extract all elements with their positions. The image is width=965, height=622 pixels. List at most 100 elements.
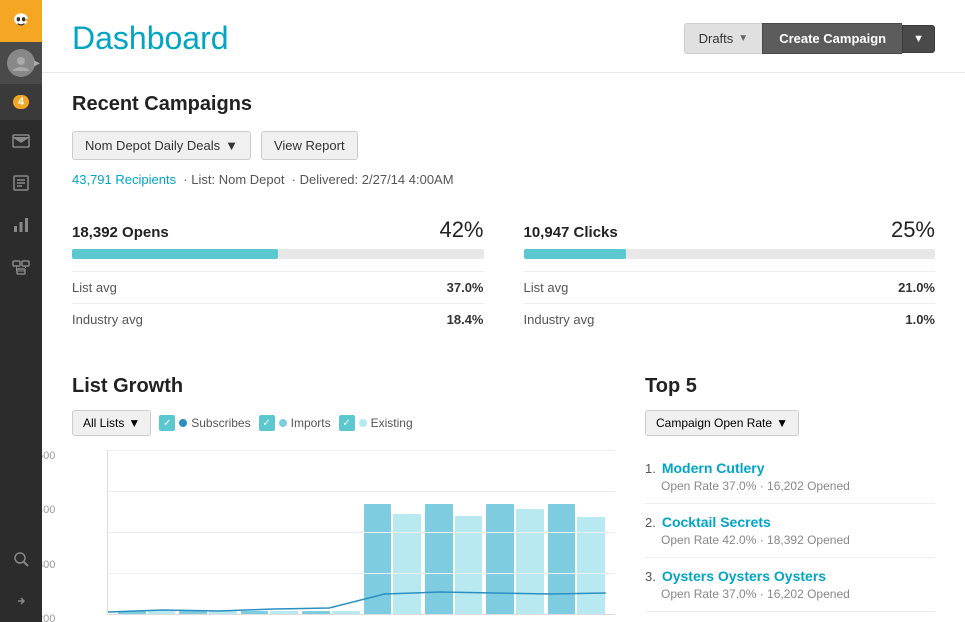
chart-controls: All Lists ▼ ✓ Subscribes ✓ Imports ✓ — [72, 410, 615, 436]
top5-name-1[interactable]: Modern Cutlery — [662, 460, 765, 476]
grid-line-500 — [108, 450, 615, 451]
campaign-selector-button[interactable]: Nom Depot Daily Deals ▼ — [72, 131, 251, 160]
clicks-industry-avg-label: Industry avg — [524, 312, 595, 327]
subscribes-legend: ✓ Subscribes — [159, 415, 250, 431]
campaign-bar: Nom Depot Daily Deals ▼ View Report — [72, 131, 935, 160]
subscribes-legend-dot — [179, 419, 187, 427]
opens-list-avg-label: List avg — [72, 280, 117, 295]
clicks-industry-avg: Industry avg 1.0% — [524, 303, 936, 335]
grid-line-200 — [108, 573, 615, 574]
opens-progress-fill — [72, 249, 278, 259]
content-area: Recent Campaigns Nom Depot Daily Deals ▼… — [42, 73, 965, 622]
y-label-500: 500 — [42, 450, 55, 462]
opens-label: 18,392 Opens — [72, 224, 169, 241]
chart-area — [107, 450, 615, 615]
campaign-meta: 43,791 Recipients · List: Nom Depot · De… — [72, 172, 935, 187]
clicks-stat: 10,947 Clicks 25% List avg 21.0% Industr… — [524, 207, 936, 345]
clicks-industry-avg-val: 1.0% — [905, 312, 935, 327]
list-growth-section: List Growth All Lists ▼ ✓ Subscribes ✓ — [72, 375, 615, 622]
mailchimp-logo[interactable] — [0, 0, 42, 42]
page-header: Dashboard Drafts ▼ Create Campaign ▼ — [42, 0, 965, 73]
campaign-open-rate-caret: ▼ — [776, 416, 788, 430]
campaign-open-rate-button[interactable]: Campaign Open Rate ▼ — [645, 410, 799, 436]
top5-title: Top 5 — [645, 375, 935, 398]
all-lists-button[interactable]: All Lists ▼ — [72, 410, 151, 436]
top5-rank-1: 1. — [645, 461, 656, 476]
clicks-pct: 25% — [891, 217, 935, 243]
opens-industry-avg-label: Industry avg — [72, 312, 143, 327]
drafts-button[interactable]: Drafts ▼ — [684, 23, 763, 54]
grid-line-300 — [108, 532, 615, 533]
recent-campaigns-title: Recent Campaigns — [72, 93, 935, 116]
sidebar-item-reports[interactable] — [0, 204, 42, 246]
clicks-progress-fill — [524, 249, 627, 259]
grid-line-400 — [108, 491, 615, 492]
existing-legend-dot — [359, 419, 367, 427]
chart-line — [108, 584, 615, 614]
top5-name-2[interactable]: Cocktail Secrets — [662, 514, 771, 530]
list-meta: List: Nom Depot — [191, 172, 284, 187]
stats-grid: 18,392 Opens 42% List avg 37.0% Industry… — [72, 207, 935, 345]
list-growth-title: List Growth — [72, 375, 615, 398]
user-avatar[interactable]: ▶ — [0, 42, 42, 84]
top5-item-3: 3. Oysters Oysters Oysters Open Rate 37.… — [645, 558, 935, 612]
chart-y-labels: 500 400 300 200 — [42, 450, 55, 622]
create-campaign-button[interactable]: Create Campaign — [762, 23, 902, 54]
sidebar-item-campaigns[interactable] — [0, 120, 42, 162]
chart-container: 500 400 300 200 — [72, 450, 615, 622]
clicks-list-avg-label: List avg — [524, 280, 569, 295]
y-label-200: 200 — [42, 613, 55, 622]
imports-legend-dot — [279, 419, 287, 427]
opens-list-avg: List avg 37.0% — [72, 271, 484, 303]
delivered-meta: Delivered: 2/27/14 4:00AM — [300, 172, 454, 187]
top5-meta-1: Open Rate 37.0% · 16,202 Opened — [645, 479, 935, 493]
top5-rank-3: 3. — [645, 569, 656, 584]
top5-rank-2: 2. — [645, 515, 656, 530]
existing-label: Existing — [371, 416, 413, 430]
opens-stat: 18,392 Opens 42% List avg 37.0% Industry… — [72, 207, 484, 345]
existing-checkbox[interactable]: ✓ — [339, 415, 355, 431]
top5-section: Top 5 Campaign Open Rate ▼ 1. Modern Cut… — [645, 375, 935, 622]
page-title: Dashboard — [72, 20, 229, 57]
sidebar-item-search[interactable] — [0, 538, 42, 580]
campaign-open-rate-label: Campaign Open Rate — [656, 416, 772, 430]
top5-item-2: 2. Cocktail Secrets Open Rate 42.0% · 18… — [645, 504, 935, 558]
create-campaign-dropdown[interactable]: ▼ — [902, 25, 935, 53]
clicks-list-avg-val: 21.0% — [898, 280, 935, 295]
y-label-400: 400 — [42, 504, 55, 516]
recipients-link[interactable]: 43,791 Recipients — [72, 172, 176, 187]
top5-item-1: 1. Modern Cutlery Open Rate 37.0% · 16,2… — [645, 450, 935, 504]
badge-count: 4 — [13, 95, 29, 109]
header-actions: Drafts ▼ Create Campaign ▼ — [684, 23, 935, 54]
opens-pct: 42% — [439, 217, 483, 243]
subscribes-checkbox[interactable]: ✓ — [159, 415, 175, 431]
imports-legend: ✓ Imports — [259, 415, 331, 431]
top5-name-3[interactable]: Oysters Oysters Oysters — [662, 568, 826, 584]
view-report-button[interactable]: View Report — [261, 131, 358, 160]
notifications-badge[interactable]: 4 — [0, 84, 42, 120]
top5-meta-3: Open Rate 37.0% · 16,202 Opened — [645, 587, 935, 601]
bottom-section: List Growth All Lists ▼ ✓ Subscribes ✓ — [72, 375, 935, 622]
list-label: List: Nom Depot — [191, 172, 284, 187]
clicks-list-avg: List avg 21.0% — [524, 271, 936, 303]
sidebar-expand[interactable] — [0, 580, 42, 622]
all-lists-label: All Lists — [83, 416, 124, 430]
top5-meta-2: Open Rate 42.0% · 18,392 Opened — [645, 533, 935, 547]
imports-checkbox[interactable]: ✓ — [259, 415, 275, 431]
subscribes-label: Subscribes — [191, 416, 250, 430]
clicks-progress-bg — [524, 249, 936, 259]
opens-industry-avg-val: 18.4% — [447, 312, 484, 327]
opens-progress-bg — [72, 249, 484, 259]
campaign-dropdown-icon: ▼ — [225, 138, 238, 153]
opens-industry-avg: Industry avg 18.4% — [72, 303, 484, 335]
sidebar-item-automations[interactable] — [0, 246, 42, 288]
drafts-label: Drafts — [699, 31, 734, 46]
existing-legend: ✓ Existing — [339, 415, 413, 431]
y-label-300: 300 — [42, 559, 55, 571]
clicks-label: 10,947 Clicks — [524, 224, 618, 241]
all-lists-caret-icon: ▼ — [128, 416, 140, 430]
campaign-name: Nom Depot Daily Deals — [85, 138, 220, 153]
main-content: Dashboard Drafts ▼ Create Campaign ▼ Rec… — [42, 0, 965, 622]
sidebar-item-lists[interactable] — [0, 162, 42, 204]
top5-list: 1. Modern Cutlery Open Rate 37.0% · 16,2… — [645, 450, 935, 612]
